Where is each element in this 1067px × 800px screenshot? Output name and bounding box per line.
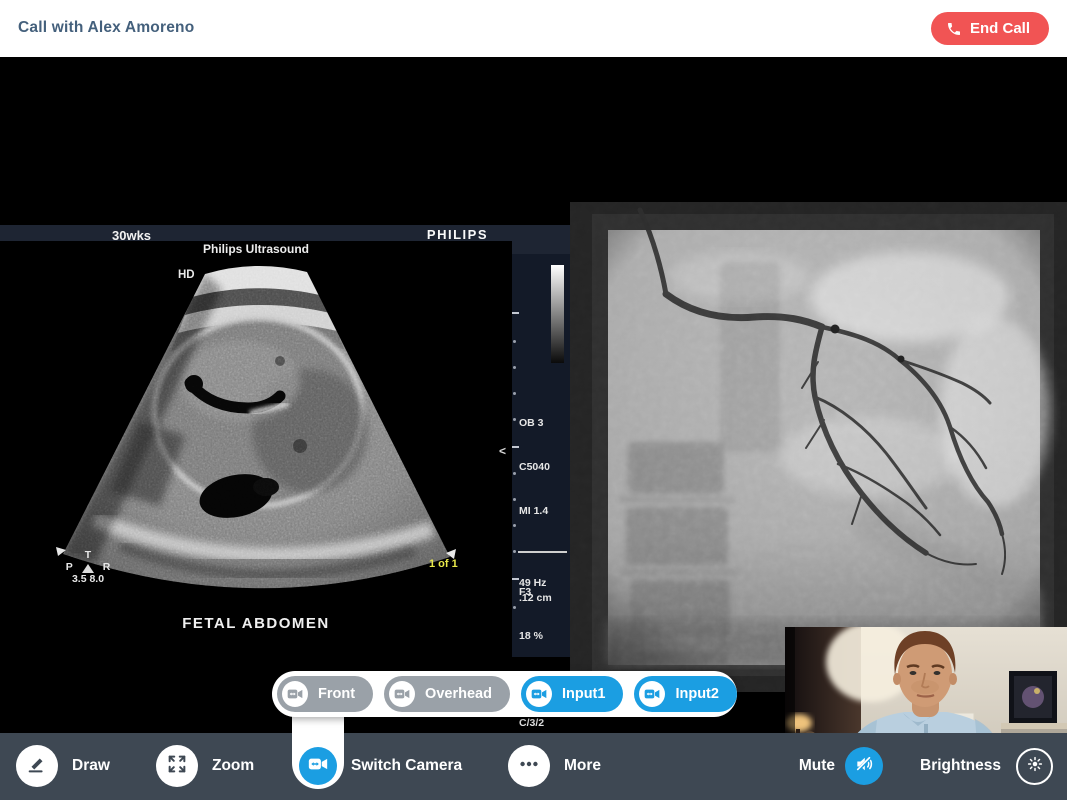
brightness-button[interactable] (1016, 748, 1053, 785)
video-call-app: Call with Alex Amoreno End Call 30wks PH… (0, 0, 1067, 800)
camera-option-label: Overhead (425, 686, 492, 702)
more-label: More (564, 757, 601, 775)
speaker-muted-icon (854, 754, 874, 779)
camera-option-input1[interactable]: Input1 (521, 676, 624, 712)
mute-button[interactable] (845, 747, 883, 785)
camera-option-label: Front (318, 686, 355, 702)
focus-marker: < (499, 444, 506, 458)
video-camera-icon (308, 754, 328, 779)
angiogram-image (570, 202, 1067, 692)
draw-button[interactable] (16, 745, 58, 787)
more-button[interactable] (508, 745, 550, 787)
video-camera-icon (389, 681, 415, 707)
call-title: Call with Alex Amoreno (18, 19, 194, 37)
video-camera-icon (639, 681, 665, 707)
ultrasound-system-label: Philips Ultrasound (0, 242, 512, 256)
camera-option-front[interactable]: Front (277, 676, 373, 712)
camera-option-label: Input1 (562, 686, 606, 702)
scan-caption: FETAL ABDOMEN (0, 615, 512, 632)
switch-camera-button[interactable] (299, 747, 337, 785)
brightness-sun-icon (1026, 755, 1044, 778)
ultrasound-scan-fan (0, 241, 512, 657)
camera-option-overhead[interactable]: Overhead (384, 676, 510, 712)
zoom-button[interactable] (156, 745, 198, 787)
grayscale-bar (551, 265, 564, 363)
pencil-icon (26, 753, 48, 780)
orientation-triangle-icon (82, 564, 94, 573)
end-call-button[interactable]: End Call (931, 12, 1049, 45)
ultrasound-image: 30wks PHILIPS (0, 225, 570, 657)
zoom-label: Zoom (212, 757, 254, 775)
camera-selector-popup: Front Overhead Input1 Input2 (272, 671, 737, 717)
video-camera-icon (282, 681, 308, 707)
expand-arrows-icon (166, 753, 188, 780)
end-call-label: End Call (970, 20, 1030, 37)
ellipsis-icon (518, 753, 540, 780)
switch-camera-label: Switch Camera (351, 757, 462, 775)
video-camera-icon (526, 681, 552, 707)
camera-option-input2[interactable]: Input2 (634, 676, 737, 712)
camera-option-label: Input2 (675, 686, 719, 702)
phone-icon (946, 21, 962, 37)
frame-counter: 1 of 1 (429, 558, 458, 570)
brightness-label: Brightness (920, 757, 1001, 775)
rate-depth-readouts: 49 Hz .12 cm (519, 576, 552, 606)
ultrasound-sidebar: OB 3 C5040 MI 1.4 F3 18 % 232dB/C6 C/3/2… (512, 254, 570, 657)
philips-logo: PHILIPS (427, 227, 488, 242)
hd-label: HD (178, 269, 195, 281)
mute-label: Mute (760, 757, 835, 775)
call-toolbar: Draw Zoom Switch Camera More Mute Bright… (0, 733, 1067, 800)
draw-label: Draw (72, 757, 110, 775)
orientation-marker: T P R 3.5 8.0 (58, 549, 118, 585)
header-bar: Call with Alex Amoreno End Call (0, 0, 1067, 57)
